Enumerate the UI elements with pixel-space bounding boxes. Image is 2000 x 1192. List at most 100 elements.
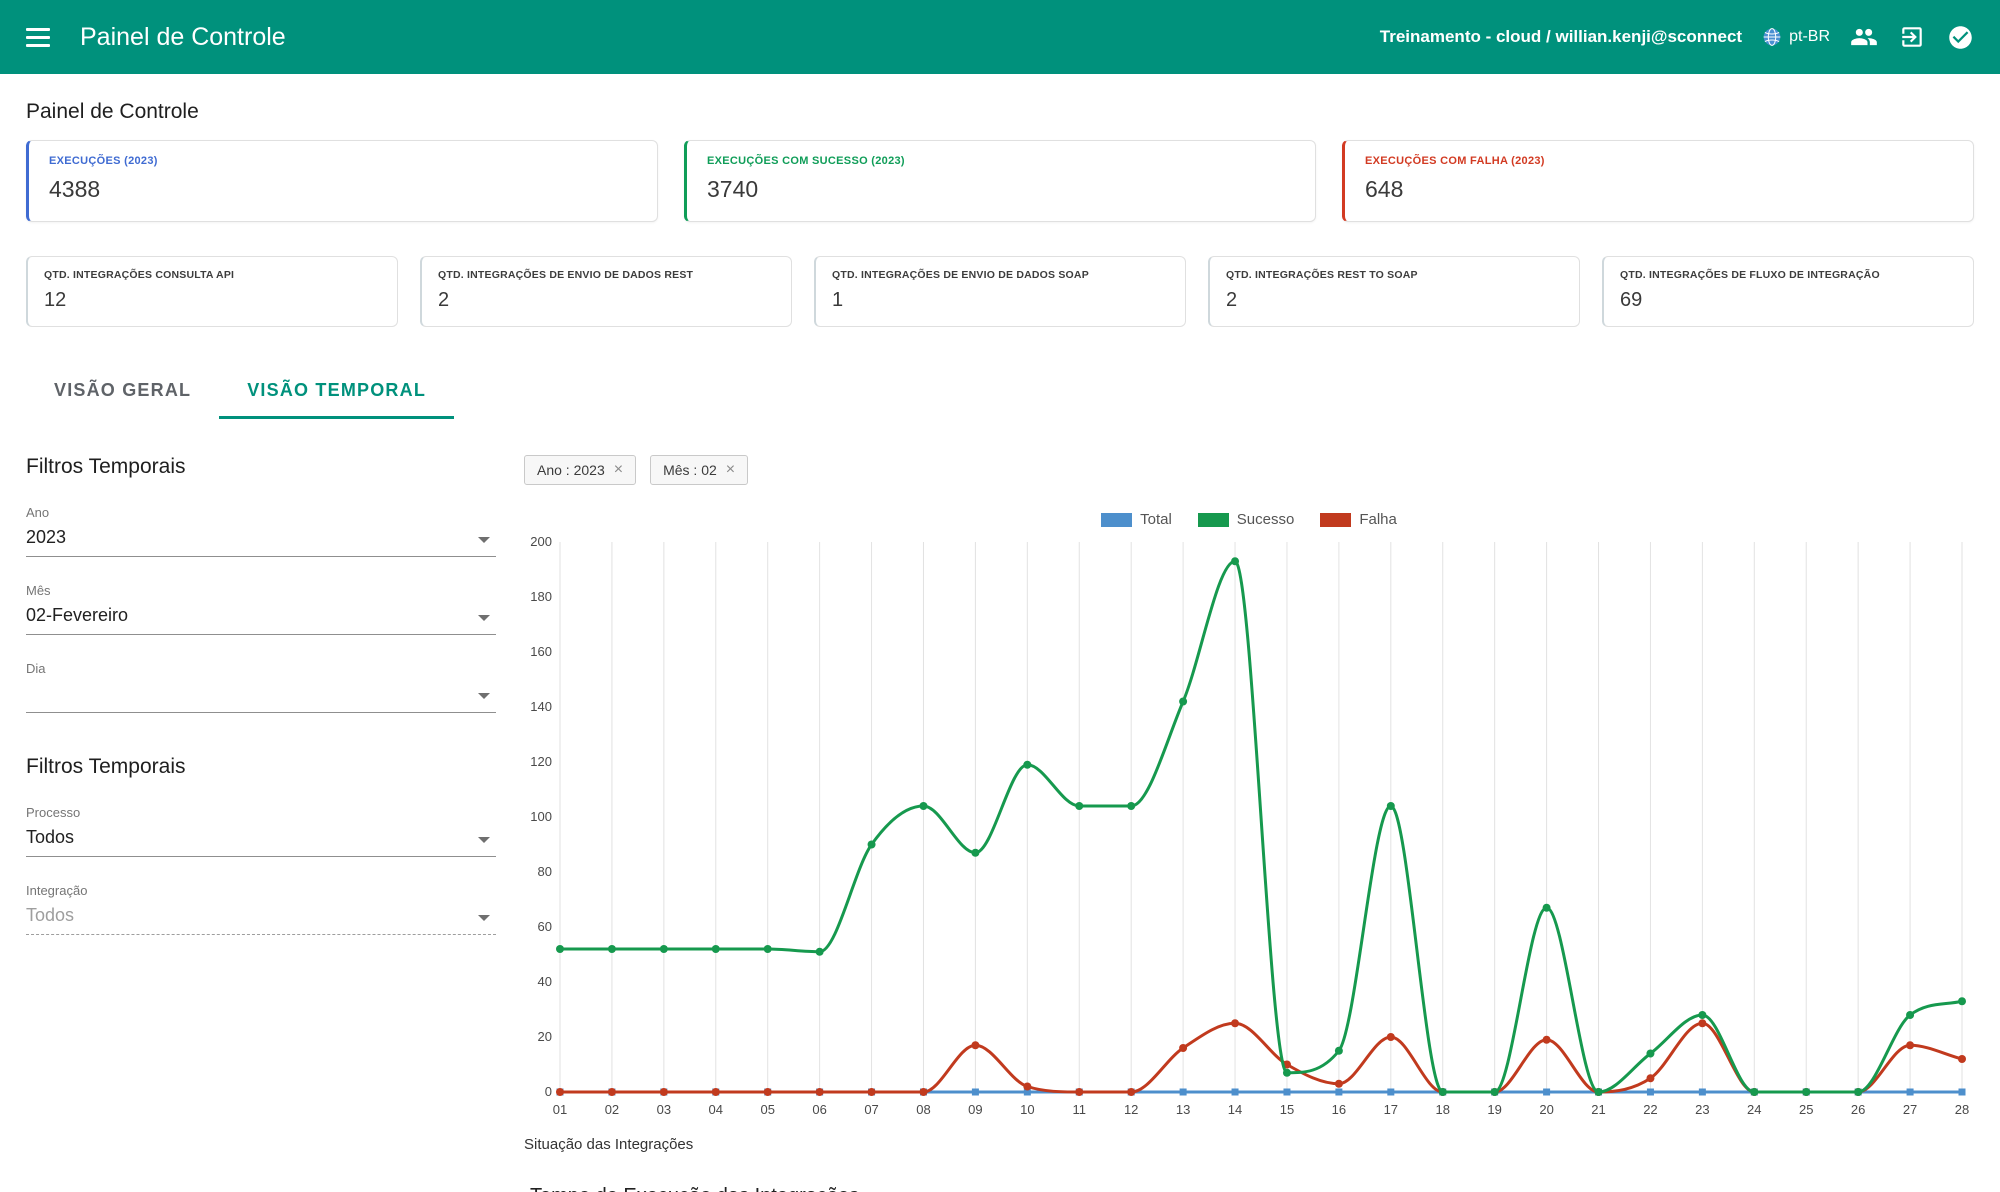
card-qtd-rest-to-soap: QTD. INTEGRAÇÕES REST TO SOAP 2: [1208, 256, 1580, 327]
svg-text:11: 11: [1073, 1102, 1087, 1117]
legend-sucesso-swatch: [1198, 513, 1229, 527]
qty-label: QTD. INTEGRAÇÕES REST TO SOAP: [1226, 269, 1563, 281]
dia-label: Dia: [26, 661, 496, 676]
locale-label: pt-BR: [1789, 28, 1830, 46]
chip-remove-icon[interactable]: ×: [726, 462, 735, 478]
dropdown-arrow-icon: [478, 837, 490, 843]
main-panel: Filtros Temporais Ano 2023 Mês 02-Fevere…: [26, 455, 1974, 1192]
chip-ano-label: Ano : 2023: [537, 462, 605, 478]
processo-value: Todos: [26, 827, 496, 849]
legend-total-label: Total: [1140, 511, 1172, 528]
svg-text:40: 40: [538, 974, 552, 989]
filters-panel: Filtros Temporais Ano 2023 Mês 02-Fevere…: [26, 455, 496, 935]
card-falha: EXECUÇÕES COM FALHA (2023) 648: [1342, 140, 1974, 222]
svg-text:120: 120: [530, 754, 552, 769]
svg-text:05: 05: [760, 1102, 774, 1117]
legend-sucesso-label: Sucesso: [1237, 511, 1295, 528]
ano-label: Ano: [26, 505, 496, 520]
card-sucesso-label: EXECUÇÕES COM SUCESSO (2023): [707, 155, 1295, 167]
globe-icon: [1762, 27, 1782, 47]
chip-mes-label: Mês : 02: [663, 462, 717, 478]
processo-select[interactable]: Processo Todos: [26, 805, 496, 857]
svg-text:140: 140: [530, 699, 552, 714]
svg-text:22: 22: [1643, 1102, 1657, 1117]
filters-temporal-heading: Filtros Temporais: [26, 455, 496, 479]
card-qtd-fluxo-integracao: QTD. INTEGRAÇÕES DE FLUXO DE INTEGRAÇÃO …: [1602, 256, 1974, 327]
qty-label: QTD. INTEGRAÇÕES DE FLUXO DE INTEGRAÇÃO: [1620, 269, 1957, 281]
chart-legend: Total Sucesso Falha: [524, 511, 1974, 528]
svg-text:09: 09: [968, 1102, 982, 1117]
svg-text:02: 02: [605, 1102, 619, 1117]
app-bar-right: Treinamento - cloud / willian.kenji@scon…: [1380, 23, 1974, 51]
svg-text:23: 23: [1695, 1102, 1709, 1117]
svg-text:07: 07: [864, 1102, 878, 1117]
card-falha-label: EXECUÇÕES COM FALHA (2023): [1365, 155, 1953, 167]
chip-ano: Ano : 2023 ×: [524, 455, 636, 485]
qty-value: 2: [438, 289, 775, 312]
tab-visao-geral[interactable]: VISÃO GERAL: [26, 365, 219, 419]
logout-icon[interactable]: [1898, 23, 1926, 51]
mes-value: 02-Fevereiro: [26, 605, 496, 627]
svg-text:80: 80: [538, 864, 552, 879]
chart-caption: Situação das Integrações: [524, 1136, 1974, 1153]
svg-text:24: 24: [1747, 1102, 1761, 1117]
app-bar: Painel de Controle Treinamento - cloud /…: [0, 0, 2000, 74]
svg-text:100: 100: [530, 809, 552, 824]
svg-text:01: 01: [553, 1102, 567, 1117]
card-qtd-envio-rest: QTD. INTEGRAÇÕES DE ENVIO DE DADOS REST …: [420, 256, 792, 327]
integracao-label: Integração: [26, 883, 496, 898]
ano-select[interactable]: Ano 2023: [26, 505, 496, 557]
svg-text:03: 03: [657, 1102, 671, 1117]
legend-sucesso: Sucesso: [1198, 511, 1295, 528]
svg-text:17: 17: [1384, 1102, 1398, 1117]
app-bar-title: Painel de Controle: [80, 23, 286, 52]
card-execucoes-value: 4388: [49, 176, 637, 203]
card-qtd-envio-soap: QTD. INTEGRAÇÕES DE ENVIO DE DADOS SOAP …: [814, 256, 1186, 327]
mes-label: Mês: [26, 583, 496, 598]
integracao-select: Integração Todos: [26, 883, 496, 935]
svg-text:13: 13: [1176, 1102, 1190, 1117]
svg-text:200: 200: [530, 534, 552, 549]
locale-selector[interactable]: pt-BR: [1762, 27, 1830, 47]
card-execucoes: EXECUÇÕES (2023) 4388: [26, 140, 658, 222]
svg-text:28: 28: [1955, 1102, 1969, 1117]
filters-process-heading: Filtros Temporais: [26, 755, 496, 779]
qty-label: QTD. INTEGRAÇÕES CONSULTA API: [44, 269, 381, 281]
legend-falha-swatch: [1320, 513, 1351, 527]
qty-label: QTD. INTEGRAÇÕES DE ENVIO DE DADOS REST: [438, 269, 775, 281]
svg-text:04: 04: [709, 1102, 723, 1117]
tempo-execucao-heading: Tempo de Execução das Integrações: [524, 1185, 1974, 1192]
card-qtd-consulta-api: QTD. INTEGRAÇÕES CONSULTA API 12: [26, 256, 398, 327]
ano-value: 2023: [26, 527, 496, 549]
svg-text:60: 60: [538, 919, 552, 934]
card-sucesso-value: 3740: [707, 176, 1295, 203]
dropdown-arrow-icon: [478, 615, 490, 621]
svg-text:25: 25: [1799, 1102, 1813, 1117]
card-falha-value: 648: [1365, 176, 1953, 203]
dropdown-arrow-icon: [478, 693, 490, 699]
card-sucesso: EXECUÇÕES COM SUCESSO (2023) 3740: [684, 140, 1316, 222]
svg-text:20: 20: [1539, 1102, 1553, 1117]
legend-total: Total: [1101, 511, 1172, 528]
dia-value: [26, 683, 496, 705]
qty-label: QTD. INTEGRAÇÕES DE ENVIO DE DADOS SOAP: [832, 269, 1169, 281]
svg-text:0: 0: [545, 1084, 552, 1099]
tabs: VISÃO GERAL VISÃO TEMPORAL: [26, 365, 1974, 419]
dia-select[interactable]: Dia: [26, 661, 496, 713]
chart-area: Ano : 2023 × Mês : 02 × Total Sucesso: [496, 455, 1974, 1192]
users-icon[interactable]: [1850, 23, 1878, 51]
chip-remove-icon[interactable]: ×: [614, 462, 623, 478]
processo-label: Processo: [26, 805, 496, 820]
dropdown-arrow-icon: [478, 915, 490, 921]
svg-text:18: 18: [1436, 1102, 1450, 1117]
svg-text:16: 16: [1332, 1102, 1346, 1117]
check-circle-icon[interactable]: [1946, 23, 1974, 51]
filter-chips: Ano : 2023 × Mês : 02 ×: [524, 455, 1974, 485]
account-label: Treinamento - cloud / willian.kenji@scon…: [1380, 27, 1742, 47]
mes-select[interactable]: Mês 02-Fevereiro: [26, 583, 496, 635]
menu-icon[interactable]: [26, 24, 56, 50]
page-content: Painel de Controle EXECUÇÕES (2023) 4388…: [0, 100, 2000, 1192]
dropdown-arrow-icon: [478, 537, 490, 543]
tab-visao-temporal[interactable]: VISÃO TEMPORAL: [219, 365, 454, 419]
qty-value: 12: [44, 289, 381, 312]
